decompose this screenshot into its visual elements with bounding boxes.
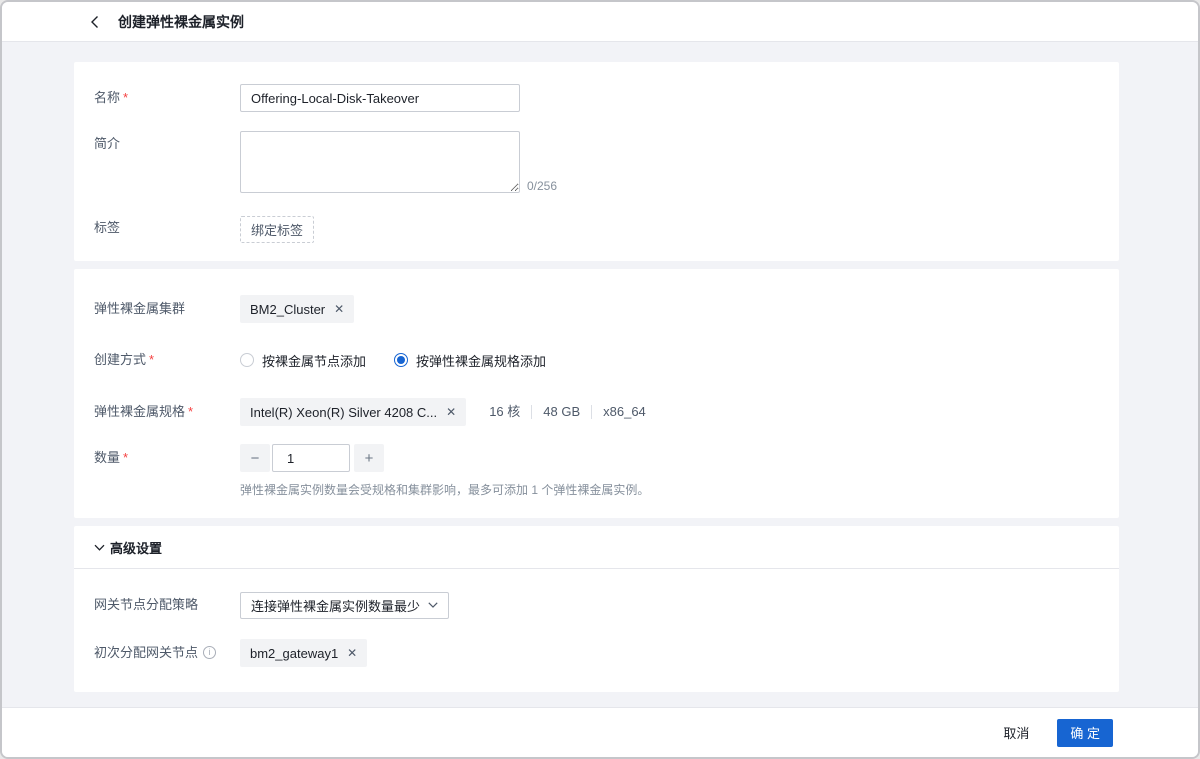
tag-row: 标签 绑定标签 — [94, 216, 1099, 243]
gateway-policy-select[interactable]: 连接弹性裸金属实例数量最少 — [240, 592, 449, 619]
creation-method-row: 创建方式* 按裸金属节点添加 按弹性裸金属规格添加 — [94, 346, 1099, 374]
footer-action-bar: 取消 确 定 — [2, 707, 1198, 757]
config-card: 弹性裸金属集群 BM2_Cluster ✕ 创建方式* 按裸金属 — [74, 269, 1119, 518]
gateway-policy-row: 网关节点分配策略 连接弹性裸金属实例数量最少 — [94, 591, 1099, 619]
chevron-left-icon — [90, 15, 99, 29]
name-row: 名称* — [94, 84, 1099, 112]
spec-chip: Intel(R) Xeon(R) Silver 4208 C... ✕ — [240, 398, 466, 426]
remove-gateway-icon[interactable]: ✕ — [347, 647, 357, 659]
cancel-button[interactable]: 取消 — [995, 717, 1037, 748]
gateway-node-row: 初次分配网关节点 i bm2_gateway1 ✕ — [94, 639, 1099, 667]
name-input[interactable] — [240, 84, 520, 112]
radio-unselected-icon — [240, 353, 254, 367]
quantity-input[interactable] — [272, 444, 350, 472]
cluster-label: 弹性裸金属集群 — [94, 295, 240, 323]
gateway-policy-label: 网关节点分配策略 — [94, 591, 240, 619]
page-header: 创建弹性裸金属实例 — [2, 2, 1198, 42]
info-icon[interactable]: i — [203, 646, 216, 659]
quantity-hint: 弹性裸金属实例数量会受规格和集群影响，最多可添加 1 个弹性裸金属实例。 — [240, 481, 649, 498]
page-title: 创建弹性裸金属实例 — [118, 12, 244, 32]
back-button[interactable] — [86, 14, 102, 30]
spec-summary: 16 核 48 GB x86_64 — [478, 405, 657, 419]
bind-tag-button[interactable]: 绑定标签 — [240, 216, 314, 243]
gateway-node-label: 初次分配网关节点 i — [94, 639, 240, 667]
quantity-stepper: − + — [240, 444, 649, 472]
radio-by-spec[interactable]: 按弹性裸金属规格添加 — [394, 351, 546, 370]
advanced-settings-card: 高级设置 网关节点分配策略 连接弹性裸金属实例数量最少 — [74, 526, 1119, 692]
increment-button[interactable]: + — [354, 444, 384, 472]
advanced-settings-title: 高级设置 — [110, 538, 162, 557]
description-label: 简介 — [94, 131, 240, 153]
spec-cores: 16 核 — [478, 405, 531, 419]
spec-arch: x86_64 — [591, 405, 657, 419]
required-marker: * — [123, 90, 128, 105]
chevron-down-icon — [428, 602, 438, 608]
quantity-label: 数量* — [94, 444, 240, 472]
creation-method-label: 创建方式* — [94, 346, 240, 374]
decrement-button[interactable]: − — [240, 444, 270, 472]
create-bare-metal-instance-page: 创建弹性裸金属实例 名称* 简介 0/256 标签 — [0, 0, 1200, 759]
radio-by-spec-label: 按弹性裸金属规格添加 — [416, 351, 546, 370]
chevron-down-icon — [94, 544, 105, 551]
description-row: 简介 0/256 — [94, 131, 1099, 193]
gateway-node-chip: bm2_gateway1 ✕ — [240, 639, 367, 667]
required-marker: * — [149, 352, 154, 367]
spec-row: 弹性裸金属规格* Intel(R) Xeon(R) Silver 4208 C.… — [94, 398, 1099, 426]
spec-chip-label: Intel(R) Xeon(R) Silver 4208 C... — [250, 405, 437, 420]
cluster-chip-label: BM2_Cluster — [250, 302, 325, 317]
radio-by-node-label: 按裸金属节点添加 — [262, 351, 366, 370]
radio-selected-icon — [394, 353, 408, 367]
gateway-policy-value: 连接弹性裸金属实例数量最少 — [251, 596, 420, 615]
description-textarea[interactable] — [240, 131, 520, 193]
creation-method-radio-group: 按裸金属节点添加 按弹性裸金属规格添加 — [240, 351, 546, 370]
char-counter: 0/256 — [527, 179, 557, 193]
required-marker: * — [123, 450, 128, 465]
name-label: 名称* — [94, 84, 240, 112]
remove-cluster-icon[interactable]: ✕ — [334, 303, 344, 315]
tag-label: 标签 — [94, 216, 240, 239]
form-content: 名称* 简介 0/256 标签 绑定标签 — [2, 42, 1198, 707]
gateway-node-chip-label: bm2_gateway1 — [250, 646, 338, 661]
cluster-chip: BM2_Cluster ✕ — [240, 295, 354, 323]
basic-info-card: 名称* 简介 0/256 标签 绑定标签 — [74, 62, 1119, 261]
required-marker: * — [188, 404, 193, 419]
quantity-row: 数量* − + 弹性裸金属实例数量会受规格和集群影响，最多可添加 1 个弹性裸金… — [94, 444, 1099, 498]
remove-spec-icon[interactable]: ✕ — [446, 406, 456, 418]
spec-memory: 48 GB — [531, 405, 591, 419]
cluster-row: 弹性裸金属集群 BM2_Cluster ✕ — [94, 295, 1099, 323]
spec-label: 弹性裸金属规格* — [94, 398, 240, 426]
confirm-button[interactable]: 确 定 — [1057, 719, 1113, 747]
radio-by-node[interactable]: 按裸金属节点添加 — [240, 351, 366, 370]
advanced-settings-toggle[interactable]: 高级设置 — [74, 526, 1119, 569]
